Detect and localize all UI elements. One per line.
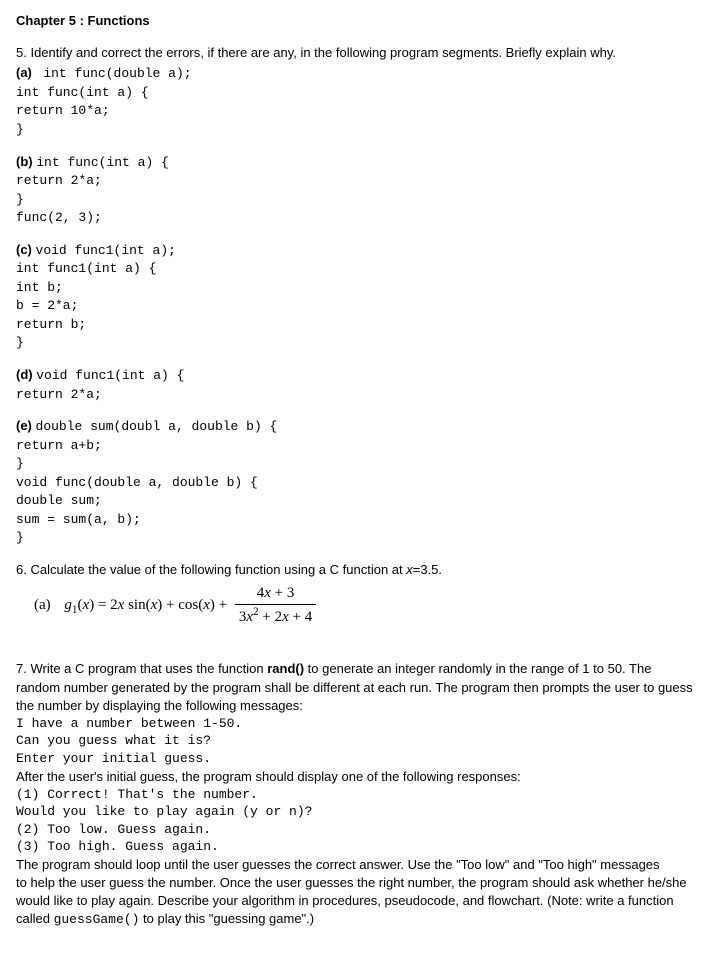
p7-msg3: Enter your initial guess.	[16, 750, 698, 768]
p7-resp1: (1) Correct! That's the number.	[16, 786, 698, 804]
problem-5a: (a) int func(double a); int func(int a) …	[16, 64, 698, 138]
plus-cos: ) + cos(	[157, 597, 203, 613]
code-5d: void func1(int a) { return 2*a;	[16, 368, 184, 402]
p7-line3: The program should loop until the user g…	[16, 856, 698, 874]
num-x: x	[264, 585, 271, 601]
problem-5d: (d) void func1(int a) { return 2*a;	[16, 366, 698, 403]
p6-prompt-prefix: 6. Calculate the value of the following …	[16, 562, 406, 577]
p7-msg2: Can you guess what it is?	[16, 732, 698, 750]
code-5c: void func1(int a); int func1(int a) { in…	[16, 243, 176, 351]
problem-5b: (b) int func(int a) { return 2*a; } func…	[16, 153, 698, 227]
fraction: 4x + 3 3x2 + 2x + 4	[235, 583, 316, 628]
part-5e-label: (e)	[16, 418, 32, 433]
problem-5c: (c) void func1(int a); int func1(int a) …	[16, 241, 698, 352]
problem-5e: (e) double sum(doubl a, double b) { retu…	[16, 417, 698, 547]
code-5b: int func(int a) { return 2*a; } func(2, …	[16, 155, 169, 226]
sinx: sin(	[124, 597, 150, 613]
g-sym: g	[64, 597, 72, 613]
p6-prompt-suffix: =3.5.	[413, 562, 442, 577]
frac-num: 4x + 3	[235, 583, 316, 605]
den-b: + 2	[259, 609, 282, 625]
part-5a-label: (a)	[16, 65, 32, 80]
problem-6-prompt: 6. Calculate the value of the following …	[16, 561, 698, 579]
frac-den: 3x2 + 2x + 4	[235, 605, 316, 628]
lhs-close: ) = 2	[89, 597, 117, 613]
p7-line1a: 7. Write a C program that uses the funct…	[16, 661, 267, 676]
cos-arg: x	[203, 597, 210, 613]
p7-msg1: I have a number between 1-50.	[16, 715, 698, 733]
p7-resp2: Would you like to play again (y or n)?	[16, 803, 698, 821]
problem-6a-equation: (a) g1(x) = 2x sin(x) + cos(x) + 4x + 3 …	[34, 583, 698, 628]
num-b: + 3	[271, 585, 294, 601]
p7-rand: rand()	[267, 661, 304, 676]
p7-guessgame: guessGame()	[54, 912, 140, 927]
p7-line4c: to play this "guessing game".)	[139, 911, 314, 926]
code-5e: double sum(doubl a, double b) { return a…	[16, 419, 277, 545]
p7-resp4: (3) Too high. Guess again.	[16, 838, 698, 856]
problem-5: 5. Identify and correct the errors, if t…	[16, 44, 698, 138]
problem-6: 6. Calculate the value of the following …	[16, 561, 698, 628]
close-plus: ) +	[210, 597, 231, 613]
p7-resp3: (2) Too low. Guess again.	[16, 821, 698, 839]
p7-intro: 7. Write a C program that uses the funct…	[16, 660, 698, 715]
code-5a: int func(double a); int func(int a) { re…	[16, 66, 192, 137]
part-5b-label: (b)	[16, 154, 33, 169]
chapter-title: Chapter 5 : Functions	[16, 12, 698, 30]
p7-line2: After the user's initial guess, the prog…	[16, 768, 698, 786]
part-5d-label: (d)	[16, 367, 33, 382]
den-c: + 4	[289, 609, 312, 625]
problem-5-prompt: 5. Identify and correct the errors, if t…	[16, 44, 698, 62]
p7-line4: to help the user guess the number. Once …	[16, 874, 698, 930]
den-x2: x	[282, 609, 289, 625]
part-5c-label: (c)	[16, 242, 32, 257]
problem-7: 7. Write a C program that uses the funct…	[16, 660, 698, 929]
part-6a-label: (a)	[34, 597, 51, 613]
